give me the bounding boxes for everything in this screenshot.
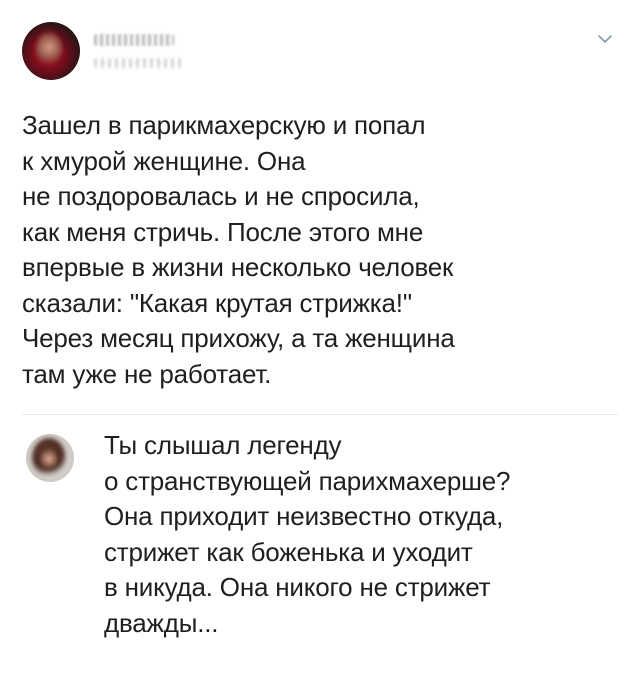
chevron-down-icon[interactable] (596, 30, 614, 48)
tweet-line: сказали: "Какая крутая стрижка!" (22, 287, 412, 318)
tweet-line: не поздоровалась и не спросила, (22, 181, 420, 211)
tweet-card: Зашел в парикмахерскую и попал к хмурой … (0, 0, 640, 677)
reply-author-avatar[interactable] (26, 434, 74, 482)
author-avatar[interactable] (22, 22, 80, 80)
tweet-line: как меня стричь. После этого мне (22, 216, 424, 247)
divider (22, 414, 618, 415)
author-handle-blurred[interactable] (94, 58, 184, 68)
author-name-blurred[interactable] (94, 34, 174, 46)
reply-line: Ты слышал легенду (104, 430, 342, 460)
tweet-line: впервые в жизни несколько человек (22, 252, 454, 282)
reply-body: Ты слышал легенду о странствующей парихм… (104, 428, 624, 641)
reply-line: дважды... (104, 607, 219, 638)
tweet-body: Зашел в парикмахерскую и попал к хмурой … (22, 108, 612, 392)
reply-line: стрижет как боженька и уходит (104, 536, 473, 567)
tweet-line: Через месяц прихожу, а та женщина (22, 323, 455, 353)
reply-line: Она приходит неизвестно откуда, (104, 501, 504, 531)
tweet-line: к хмурой женщине. Она (22, 145, 306, 176)
tweet-line: Зашел в парикмахерскую и попал (22, 110, 426, 140)
reply-line: о странствующей парихмахерше? (104, 465, 511, 496)
reply-line: в никуда. Она никого не стрижет (104, 572, 491, 602)
tweet-line: там уже не работает. (22, 358, 272, 389)
